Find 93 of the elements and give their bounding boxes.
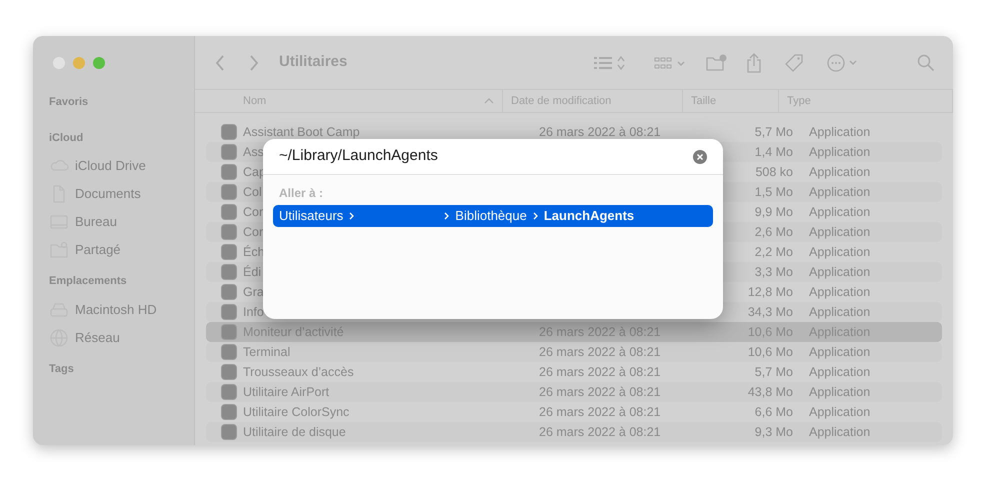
sidebar-item[interactable]: Bureau (75, 212, 117, 232)
file-name: Info (243, 304, 264, 321)
modified-date: 26 mars 2022 à 08:21 (538, 344, 662, 361)
file-size: 3,3 Mo (754, 264, 793, 281)
minimize-button[interactable] (73, 57, 85, 69)
modified-date: 26 mars 2022 à 08:21 (538, 384, 662, 401)
path-suggestion[interactable]: Utilisateurs Bibliothèque LaunchAgents (273, 205, 713, 227)
file-type: Application (809, 184, 870, 201)
app-icon (221, 184, 237, 200)
file-name: Terminal (243, 344, 290, 361)
file-type: Application (809, 164, 870, 181)
file-size: 1,4 Mo (754, 144, 793, 161)
modified-date: 26 mars 2022 à 08:21 (538, 404, 662, 421)
file-name: Utilitaire de disque (243, 424, 346, 441)
file-name: Édi (243, 264, 262, 281)
file-row[interactable]: Utilitaire AirPort 26 mars 2022 à 08:21 43,8 Mo Application (206, 382, 942, 402)
app-icon (221, 384, 237, 400)
app-icon (221, 224, 237, 240)
file-name: Utilitaire ColorSync (243, 404, 350, 421)
share-icon[interactable] (746, 52, 762, 72)
sidebar-item[interactable]: Documents (75, 184, 141, 204)
file-size: 5,7 Mo (754, 124, 793, 141)
section-heading: iCloud (49, 130, 84, 146)
section-heading: Favoris (49, 95, 88, 110)
section-label: Aller à : (279, 185, 324, 202)
file-type: Application (809, 224, 870, 241)
file-size: 6,6 Mo (754, 404, 793, 421)
clear-icon[interactable] (693, 150, 707, 164)
app-icon (221, 264, 237, 280)
file-type: Application (809, 144, 870, 161)
file-row[interactable]: Utilitaire de disque 26 mars 2022 à 08:21 9,3 Mo Application (206, 422, 942, 442)
file-size: 43,8 Mo (746, 384, 793, 401)
modified-date: 26 mars 2022 à 08:21 (538, 364, 662, 381)
file-size: 9,9 Mo (754, 204, 793, 221)
file-type: Application (809, 264, 870, 281)
sort-caret-icon (484, 98, 494, 104)
file-name: Col (243, 184, 262, 201)
tag-icon[interactable] (784, 52, 804, 72)
file-size: 2,6 Mo (754, 224, 793, 241)
file-size: 5,7 Mo (754, 364, 793, 381)
sidebar-item[interactable]: Réseau (75, 328, 120, 348)
file-size: 12,8 Mo (746, 284, 793, 301)
file-name: Ass (243, 144, 264, 161)
app-icon (221, 164, 237, 180)
sidebar-item[interactable]: iCloud Drive (75, 156, 146, 176)
chevron-icon (349, 212, 354, 220)
app-icon (221, 404, 237, 420)
file-size: 1,5 Mo (754, 184, 793, 201)
app-icon (221, 344, 237, 360)
sidebar-item[interactable]: Partagé (75, 240, 121, 260)
file-type: Application (809, 244, 870, 261)
file-type: Application (809, 424, 870, 441)
file-name: Assistant Boot Camp (243, 124, 360, 141)
file-type: Application (809, 304, 870, 321)
section-heading: Emplacements (49, 274, 127, 289)
file-name: Utilitaire AirPort (243, 384, 330, 401)
file-size: 10,6 Mo (746, 344, 793, 361)
app-icon (221, 364, 237, 380)
zoom-button[interactable] (93, 57, 105, 69)
chevron-icon (444, 212, 450, 220)
file-size: 508 ko (754, 164, 793, 181)
forward-icon[interactable] (249, 54, 259, 70)
file-size: 9,3 Mo (754, 424, 793, 441)
search-icon[interactable] (917, 54, 935, 72)
file-row[interactable]: Terminal 26 mars 2022 à 08:21 10,6 Mo Application (206, 342, 942, 362)
file-size: 34,3 Mo (746, 304, 793, 321)
file-name: Cor (243, 204, 264, 221)
modified-date: 26 mars 2022 à 08:21 (538, 424, 662, 441)
app-icon (221, 204, 237, 220)
back-icon[interactable] (215, 54, 225, 70)
app-icon (221, 244, 237, 260)
file-type: Application (809, 404, 870, 421)
section-heading: Tags (49, 362, 74, 376)
file-type: Application (809, 344, 870, 361)
modified-date: 26 mars 2022 à 08:21 (538, 124, 662, 141)
file-name: Trousseaux d’accès (243, 364, 354, 381)
app-icon (221, 124, 237, 140)
app-icon (221, 424, 237, 440)
file-size: 2,2 Mo (754, 244, 793, 261)
file-type: Application (809, 364, 870, 381)
app-icon (221, 304, 237, 320)
file-name: Gra (243, 284, 264, 301)
new-folder-icon[interactable] (706, 54, 728, 72)
app-icon (221, 284, 237, 300)
sidebar-item[interactable]: Macintosh HD (75, 300, 157, 320)
file-name: Cor (243, 224, 264, 241)
file-type: Application (809, 384, 870, 401)
file-type: Application (809, 204, 870, 221)
chevron-icon (532, 212, 538, 220)
app-icon (221, 324, 237, 340)
app-icon (221, 144, 237, 160)
file-type: Application (809, 124, 870, 141)
file-type: Application (809, 284, 870, 301)
